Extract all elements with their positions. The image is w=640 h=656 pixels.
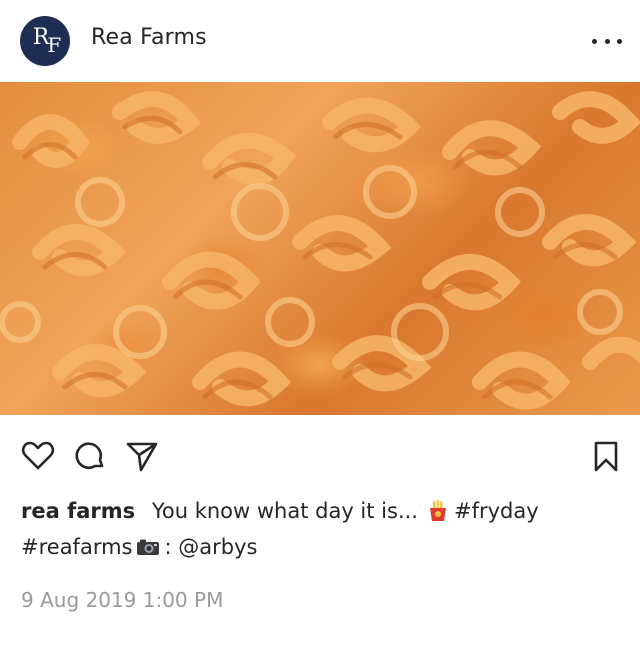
mention-arbys[interactable]: : @arbys [164, 535, 257, 559]
heart-icon[interactable] [20, 438, 56, 474]
caption-text: You know what day it is... [151, 499, 418, 523]
curly-fries-image [0, 91, 640, 410]
hashtag-fryday[interactable]: #fryday [454, 499, 539, 523]
hashtag-reafarms[interactable]: #reafarms [21, 535, 132, 559]
post-header: RF Rea Farms [0, 0, 640, 82]
comment-bubble-icon[interactable] [72, 438, 108, 474]
action-bar [0, 432, 640, 478]
caption-username[interactable]: rea farms [21, 499, 135, 523]
post-card: RF Rea Farms rea farms You know what day… [0, 0, 640, 656]
bookmark-icon[interactable] [588, 438, 624, 474]
post-timestamp: 9 Aug 2019 1:00 PM [21, 588, 224, 612]
post-caption: rea farms You know what day it is... #fr… [21, 493, 621, 565]
fries-emoji-icon [429, 500, 446, 521]
account-name[interactable]: Rea Farms [91, 25, 207, 50]
avatar[interactable]: RF [20, 16, 70, 66]
more-options-icon[interactable] [592, 28, 622, 54]
post-image[interactable] [0, 82, 640, 415]
send-plane-icon[interactable] [124, 438, 160, 474]
camera-emoji-icon [137, 539, 160, 555]
